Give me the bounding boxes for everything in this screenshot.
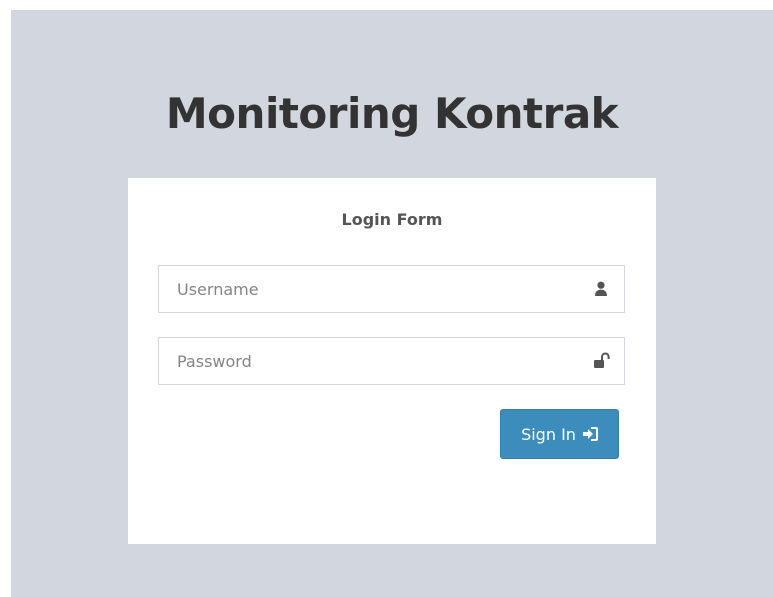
password-field [158,337,625,385]
user-icon [592,280,610,298]
login-form-heading: Login Form [341,210,443,229]
login-box: Login Form Sign In [128,178,656,544]
sign-in-label: Sign In [521,424,576,444]
username-field [158,265,625,313]
username-input[interactable] [159,266,589,312]
app-title: Monitoring Kontrak [165,89,619,138]
password-input[interactable] [159,338,589,384]
sign-in-button[interactable]: Sign In [500,409,619,459]
sign-in-icon [582,426,598,442]
unlock-icon [592,352,610,370]
login-page: Monitoring Kontrak Login Form Sign I [11,10,773,597]
